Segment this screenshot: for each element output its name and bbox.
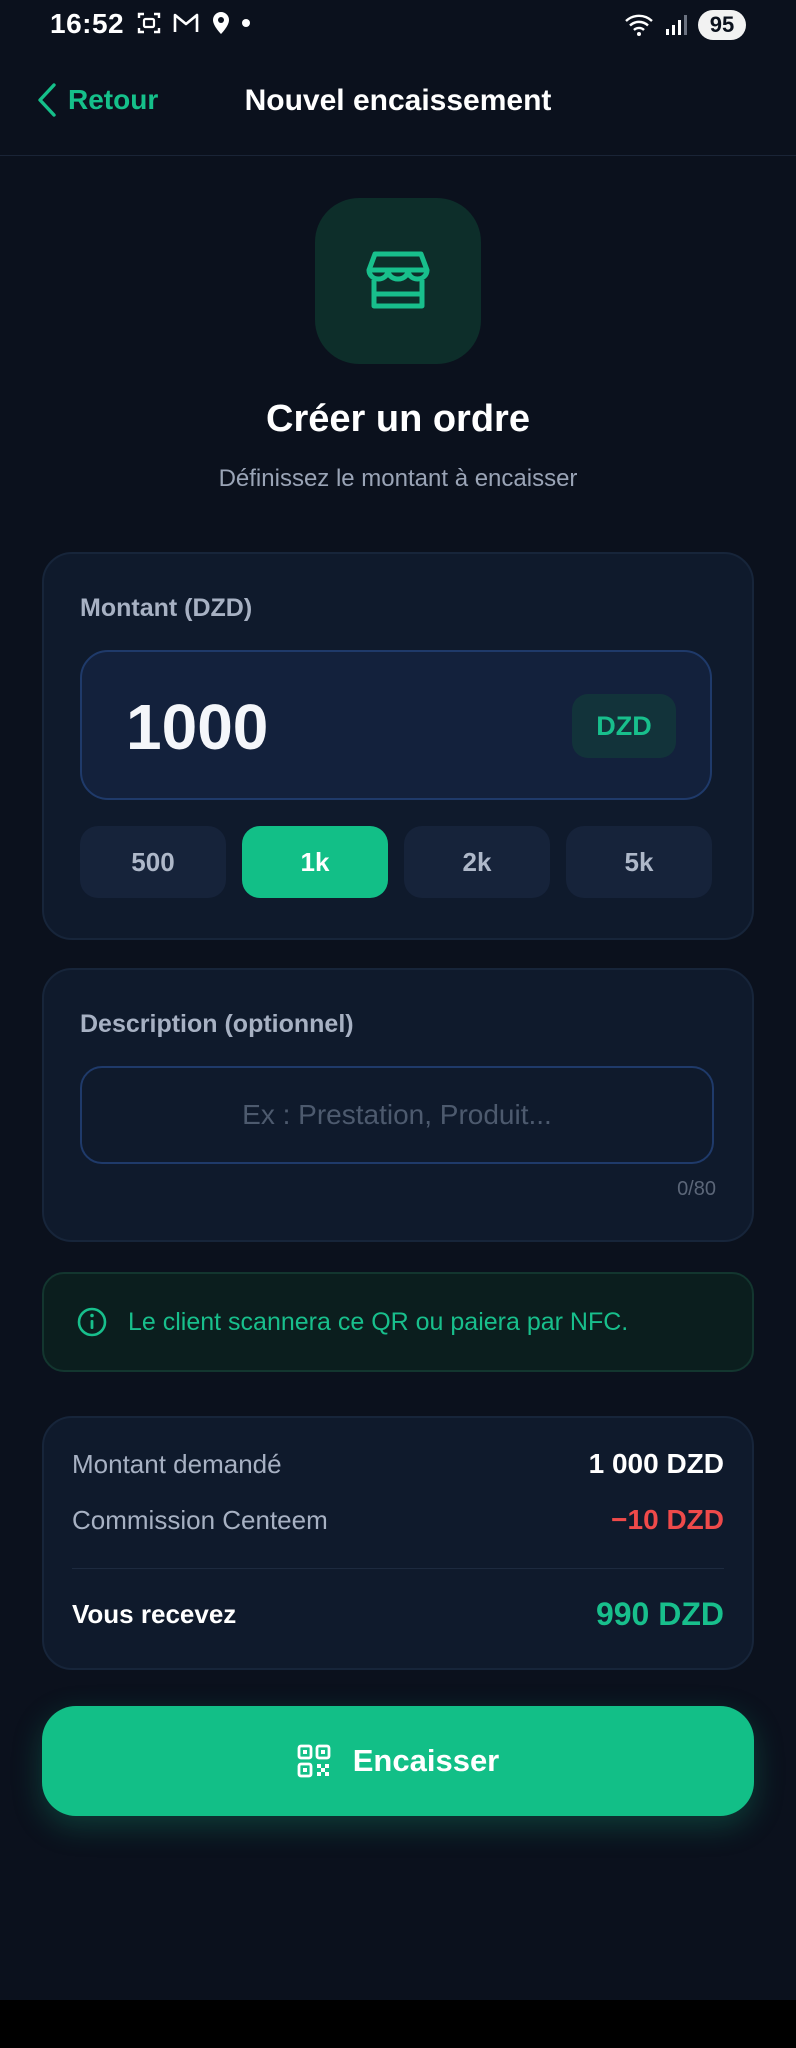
amount-input[interactable]: 1000 DZD bbox=[80, 650, 712, 800]
description-label: Description (optionnel) bbox=[80, 1010, 354, 1038]
summary-row-requested: Montant demandé 1 000 DZD bbox=[72, 1448, 724, 1480]
screenshot-icon bbox=[137, 12, 161, 34]
quick-amount-500-button[interactable]: 500 bbox=[80, 826, 226, 898]
status-icons-left bbox=[136, 10, 250, 36]
quick-amount-1k-button[interactable]: 1k bbox=[242, 826, 388, 898]
info-box: Le client scannera ce QR ou paiera par N… bbox=[42, 1272, 754, 1372]
store-icon bbox=[366, 251, 430, 309]
hero-title: Créer un ordre bbox=[266, 398, 530, 440]
description-counter: 0/80 bbox=[677, 1178, 716, 1200]
encaisser-button[interactable]: Encaisser bbox=[42, 1706, 754, 1816]
amount-label: Montant (DZD) bbox=[80, 594, 253, 622]
currency-badge: DZD bbox=[572, 694, 676, 758]
summary-card: Montant demandé 1 000 DZD Commission Cen… bbox=[42, 1416, 754, 1670]
amount-value: 1000 bbox=[126, 691, 269, 763]
commission-value: −10 DZD bbox=[611, 1504, 724, 1535]
status-time: 16:52 bbox=[50, 8, 125, 39]
description-input[interactable]: Ex : Prestation, Produit... bbox=[80, 1066, 714, 1164]
amount-card: Montant (DZD) 1000 DZD 500 1k 2k 5k bbox=[42, 552, 754, 940]
notification-dot bbox=[242, 19, 250, 27]
wifi-icon bbox=[625, 14, 653, 36]
header: Retour Nouvel encaissement bbox=[0, 60, 796, 156]
qr-code-icon bbox=[297, 1744, 331, 1778]
navigation-bar bbox=[0, 2000, 796, 2048]
requested-value: 1 000 DZD bbox=[588, 1448, 724, 1479]
hero-subtitle: Définissez le montant à encaisser bbox=[218, 465, 578, 492]
requested-label: Montant demandé bbox=[72, 1448, 282, 1479]
commission-label: Commission Centeem bbox=[72, 1504, 328, 1535]
summary-divider bbox=[72, 1568, 724, 1569]
screen: 16:52 95 Retour Nouvel encaissement Crée… bbox=[0, 0, 796, 2048]
description-card: Description (optionnel) Ex : Prestation,… bbox=[42, 968, 754, 1242]
receive-label: Vous recevez bbox=[72, 1599, 237, 1629]
status-icons-right: 95 bbox=[624, 10, 746, 40]
info-icon bbox=[77, 1307, 107, 1337]
quick-amount-2k-button[interactable]: 2k bbox=[404, 826, 550, 898]
hero-icon-box bbox=[315, 198, 481, 364]
battery-badge: 95 bbox=[698, 10, 746, 40]
summary-row-receive: Vous recevez 990 DZD bbox=[72, 1596, 724, 1633]
info-text: Le client scannera ce QR ou paiera par N… bbox=[128, 1307, 629, 1336]
page-title: Nouvel encaissement bbox=[244, 84, 552, 117]
encaisser-label: Encaisser bbox=[352, 1743, 500, 1778]
quick-amounts: 500 1k 2k 5k bbox=[80, 826, 712, 898]
summary-row-commission: Commission Centeem −10 DZD bbox=[72, 1504, 724, 1536]
gmail-icon bbox=[173, 13, 199, 32]
status-bar: 16:52 95 bbox=[0, 0, 796, 52]
receive-value: 990 DZD bbox=[595, 1596, 724, 1632]
description-placeholder: Ex : Prestation, Produit... bbox=[242, 1099, 552, 1130]
location-icon bbox=[213, 12, 229, 34]
quick-amount-5k-button[interactable]: 5k bbox=[566, 826, 712, 898]
signal-icon bbox=[666, 15, 687, 35]
